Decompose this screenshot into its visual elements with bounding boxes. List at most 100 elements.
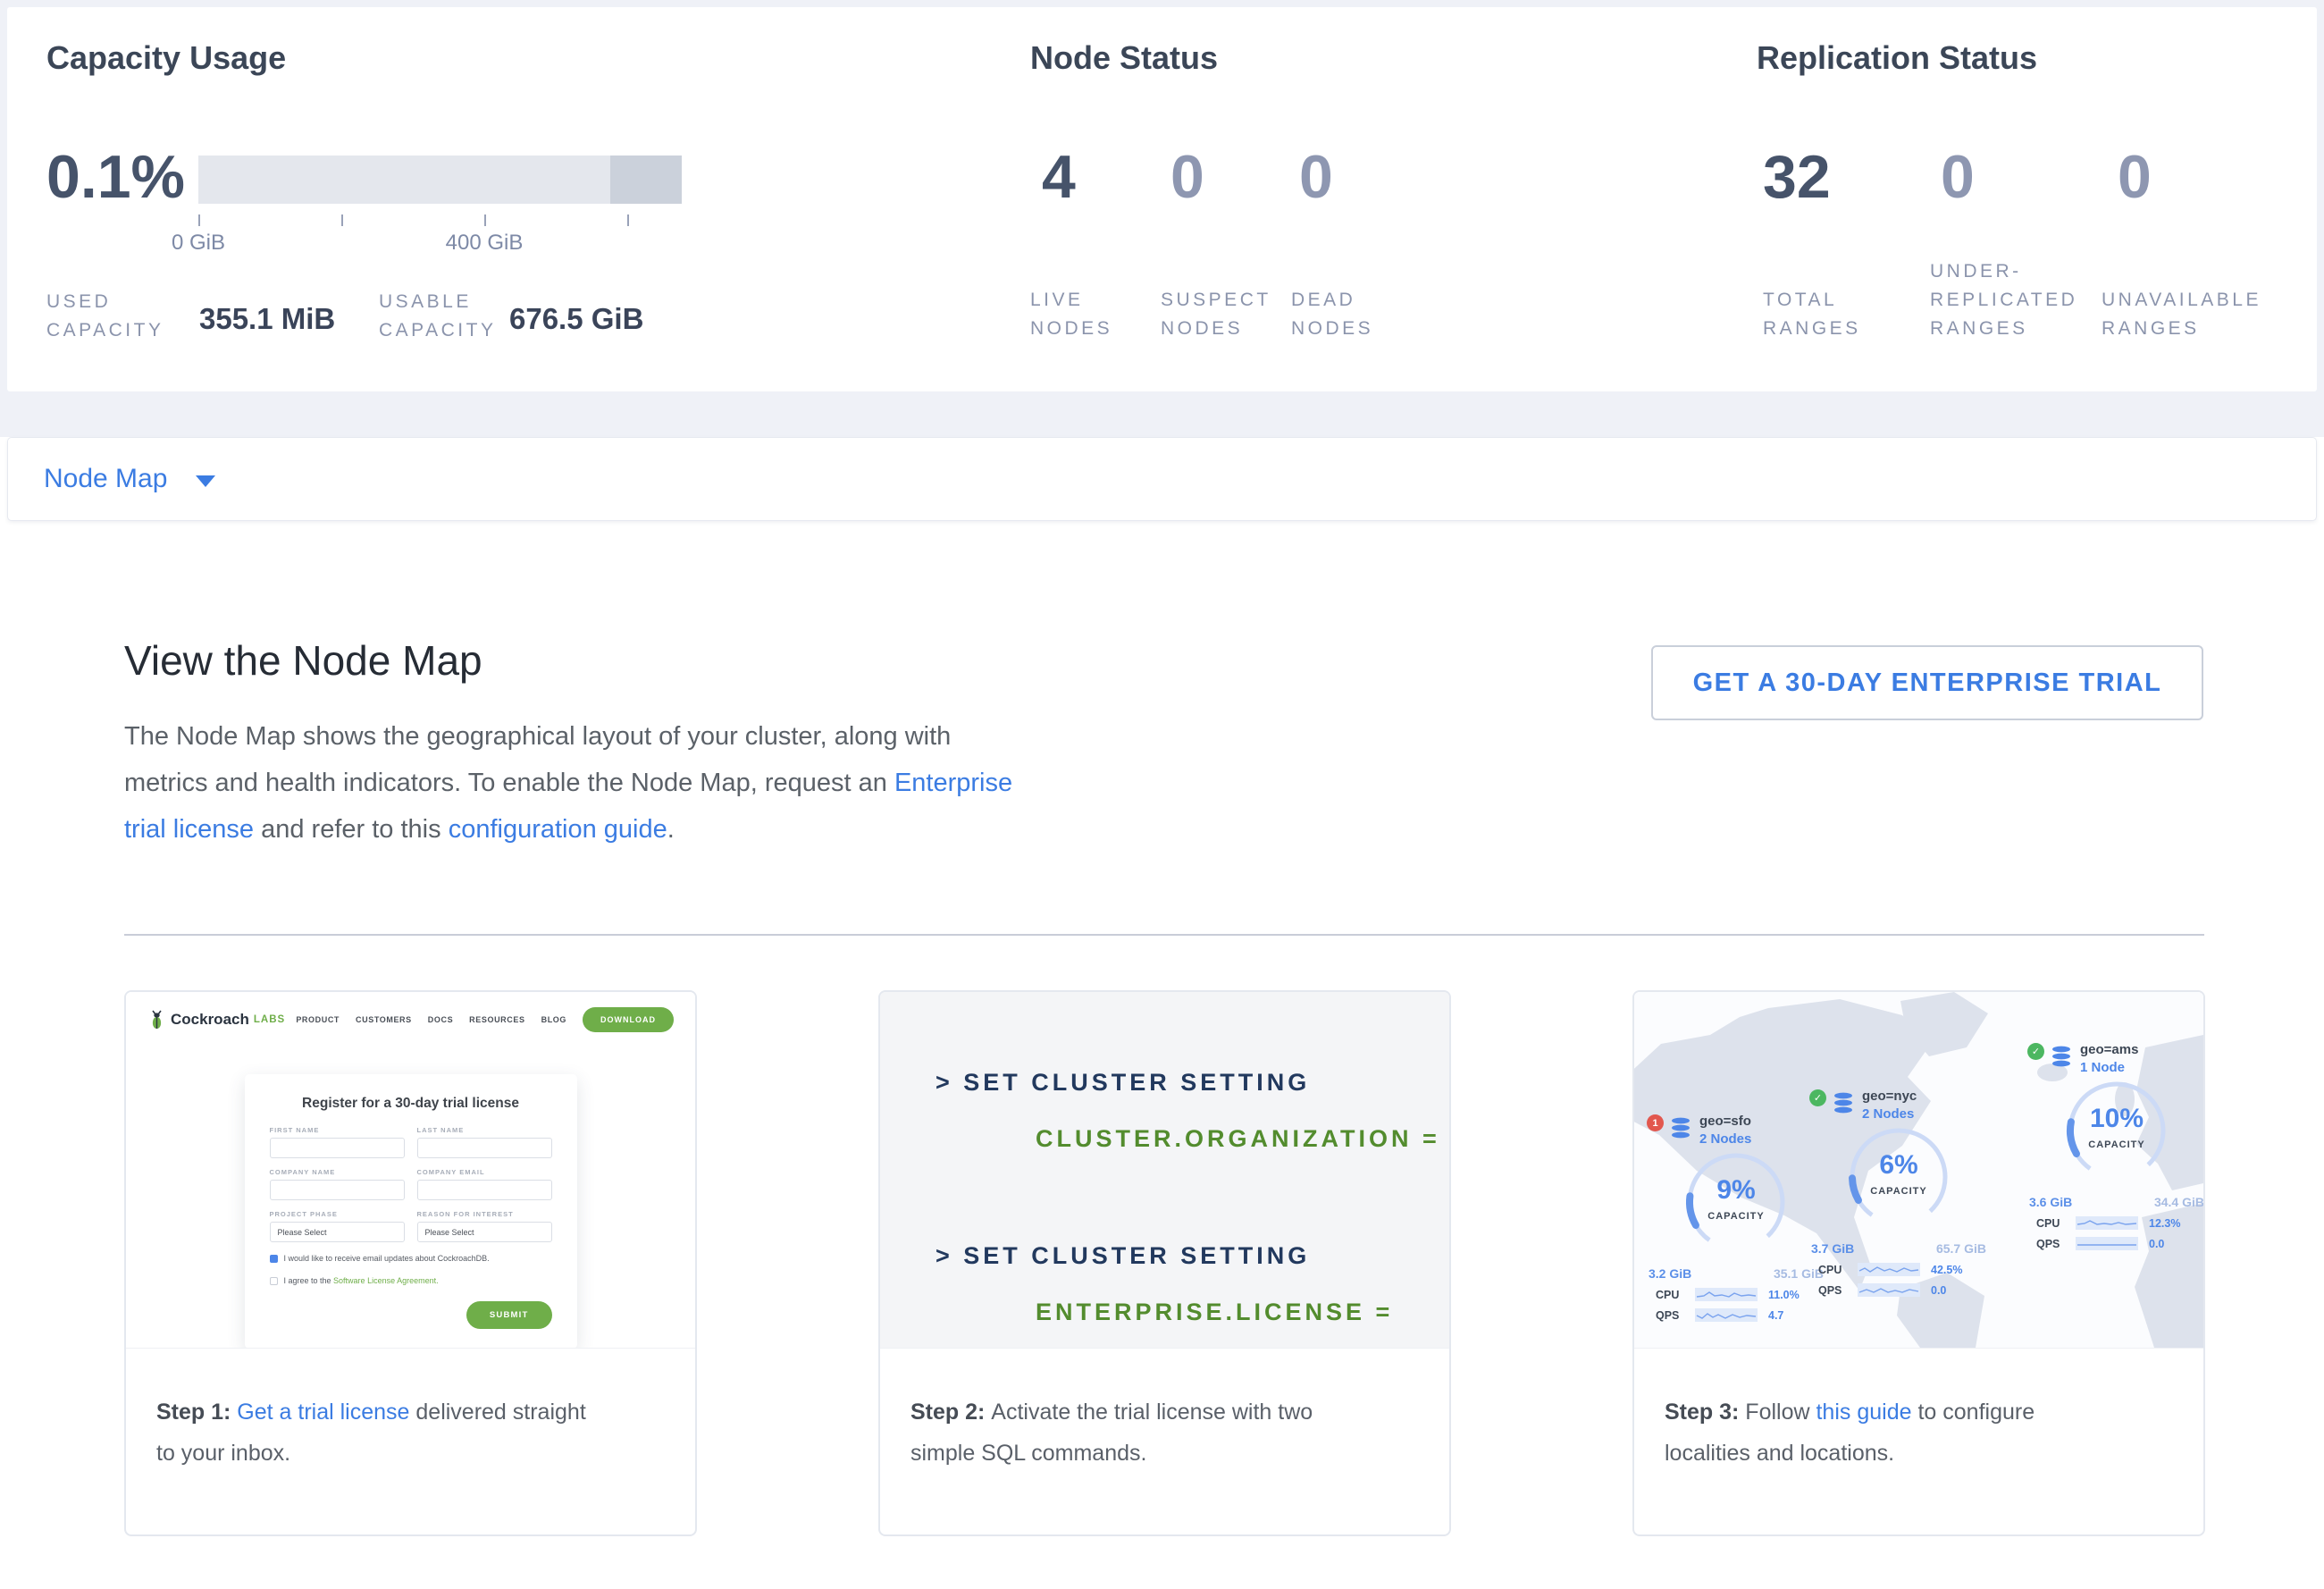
email-updates-label: I would like to receive email updates ab… <box>284 1253 490 1265</box>
capacity-percent: 6% <box>1809 1150 1988 1181</box>
map-node-ams: ✓ geo=ams 1 Node <box>2027 1042 2203 1250</box>
cpu-label: CPU <box>2036 1217 2076 1230</box>
suspect-nodes-label-line2: NODES <box>1161 315 1243 343</box>
capacity-usage-title: Capacity Usage <box>46 39 286 77</box>
capacity-label: CAPACITY <box>1647 1211 1825 1222</box>
capacity-usage-bar <box>198 156 682 204</box>
qps-value: 0.0 <box>1931 1284 1946 1297</box>
qps-label: QPS <box>1818 1284 1858 1297</box>
license-agreement-checkbox-row: I agree to the Software License Agreemen… <box>270 1275 552 1287</box>
mini-site-header: Cockroach LABS PRODUCT CUSTOMERS DOCS RE… <box>126 992 695 1047</box>
axis-tick <box>484 214 486 226</box>
text-segment: Step 3: <box>1665 1400 1745 1425</box>
under-replicated-label-line1: UNDER- <box>1930 257 2022 286</box>
text-segment: simple SQL commands. <box>910 1441 1146 1466</box>
node-header: ✓ geo=ams 1 Node <box>2027 1042 2203 1075</box>
sql-code-line: > SET CLUSTER SETTING <box>935 1069 1449 1097</box>
map-node-nyc: ✓ geo=nyc 2 Nodes <box>1809 1089 1988 1297</box>
form-title: Register for a 30-day trial license <box>270 1096 552 1112</box>
axis-tick <box>341 214 343 226</box>
qps-value: 0.0 <box>2149 1238 2164 1250</box>
inline-link[interactable]: configuration guide <box>449 815 667 844</box>
total-ranges-label-line2: RANGES <box>1763 315 1861 343</box>
node-header: ✓ geo=nyc 2 Nodes <box>1809 1089 1988 1122</box>
replication-status-title: Replication Status <box>1757 39 2037 77</box>
unavailable-ranges-value: 0 <box>2118 143 2152 211</box>
capacity-label: CAPACITY <box>1809 1186 1988 1197</box>
qps-label: QPS <box>1656 1309 1695 1322</box>
used-capacity-value: 355.1 MiB <box>199 302 335 336</box>
inline-link[interactable]: trial license <box>124 815 254 844</box>
step1-screenshot: Cockroach LABS PRODUCT CUSTOMERS DOCS RE… <box>126 992 695 1348</box>
node-map-dropdown[interactable]: Node Map <box>44 464 215 494</box>
cluster-summary-panel: Capacity Usage 0.1% 0 GiB 400 GiB USED C… <box>7 7 2317 391</box>
node-locality-label: geo=sfo <box>1699 1114 1751 1129</box>
live-nodes-label-line2: NODES <box>1030 315 1112 343</box>
inline-link[interactable]: Get a trial license <box>237 1400 409 1425</box>
section-divider <box>124 934 2204 936</box>
nav-item-resources: RESOURCES <box>469 1015 524 1024</box>
text-segment: I agree to the <box>284 1276 334 1285</box>
node-count-label: 2 Nodes <box>1862 1106 1917 1122</box>
axis-tick <box>198 214 200 226</box>
page-title: View the Node Map <box>124 636 482 685</box>
used-capacity-label-line2: CAPACITY <box>46 316 164 345</box>
checkbox-checked-icon <box>270 1255 278 1263</box>
enterprise-trial-button[interactable]: GET A 30-DAY ENTERPRISE TRIAL <box>1651 645 2203 720</box>
cpu-row: CPU 42.5% <box>1809 1263 1988 1276</box>
text-segment: The Node Map shows the geographical layo… <box>124 722 951 751</box>
logo-text: Cockroach <box>171 1011 249 1029</box>
under-replicated-label-line3: RANGES <box>1930 315 2028 343</box>
capacity-gauge: 9% CAPACITY 3.2 GiB 35.1 GiB <box>1647 1148 1825 1281</box>
capacity-bar-reserved-segment <box>610 156 682 204</box>
cpu-label: CPU <box>1818 1264 1858 1276</box>
text-segment: and refer to this <box>254 815 449 844</box>
step2-caption: Step 2: Activate the trial license with … <box>880 1348 1449 1474</box>
capacity-percent: 10% <box>2027 1104 2203 1134</box>
inline-link[interactable]: this guide <box>1816 1400 1911 1425</box>
submit-button: SUBMIT <box>466 1301 552 1329</box>
capacity-label: CAPACITY <box>2027 1139 2203 1150</box>
trial-registration-form: Register for a 30-day trial license FIRS… <box>245 1074 577 1348</box>
cluster-overview-page: Capacity Usage 0.1% 0 GiB 400 GiB USED C… <box>0 0 2324 1589</box>
suspect-nodes-value: 0 <box>1170 143 1204 211</box>
step2-card: > SET CLUSTER SETTINGCLUSTER.ORGANIZATIO… <box>878 990 1451 1536</box>
chevron-down-icon <box>196 475 215 487</box>
inline-link[interactable]: Enterprise <box>894 769 1012 797</box>
dead-nodes-label-line1: DEAD <box>1291 286 1355 315</box>
qps-row: QPS 0.0 <box>1809 1283 1988 1297</box>
node-count-label: 2 Nodes <box>1699 1131 1751 1147</box>
capacity-gauge: 6% CAPACITY 3.7 GiB 65.7 GiB <box>1809 1123 1988 1256</box>
mini-site-nav: PRODUCT CUSTOMERS DOCS RESOURCES BLOG DO… <box>296 1007 674 1032</box>
step3-card: 1 geo=sfo 2 Nodes <box>1632 990 2205 1536</box>
step3-node-map-preview: 1 geo=sfo 2 Nodes <box>1634 992 2203 1348</box>
cpu-value: 12.3% <box>2149 1217 2180 1230</box>
text-segment: localities and locations. <box>1665 1441 1894 1466</box>
axis-tick <box>627 214 629 226</box>
logo-suffix: LABS <box>254 1014 285 1025</box>
error-badge: 1 <box>1647 1114 1664 1131</box>
step3-caption: Step 3: Follow this guide to configurelo… <box>1634 1348 2203 1474</box>
map-node-sfo: 1 geo=sfo 2 Nodes <box>1647 1114 1825 1322</box>
cpu-row: CPU 12.3% <box>2027 1216 2203 1230</box>
qps-row: QPS 0.0 <box>2027 1237 2203 1250</box>
healthy-badge: ✓ <box>1809 1089 1826 1106</box>
project-phase-select: Please Select <box>270 1222 405 1242</box>
dead-nodes-value: 0 <box>1299 143 1333 211</box>
field-label: REASON FOR INTEREST <box>417 1210 552 1218</box>
total-gib: 65.7 GiB <box>1936 1241 1986 1256</box>
inline-link: Software License Agreement. <box>333 1276 439 1285</box>
unavailable-ranges-label-line2: RANGES <box>2102 315 2200 343</box>
field-label: PROJECT PHASE <box>270 1210 405 1218</box>
cpu-value: 42.5% <box>1931 1264 1962 1276</box>
cockroach-bug-icon <box>149 1010 164 1030</box>
capacity-gauge: 10% CAPACITY 3.6 GiB 34.4 GiB <box>2027 1077 2203 1209</box>
cpu-sparkline <box>1695 1288 1758 1301</box>
first-name-field <box>270 1138 405 1158</box>
view-selector-bar: Node Map <box>7 437 2317 521</box>
text-segment: delivered straight <box>409 1400 585 1425</box>
sql-code-line: ENTERPRISE.LICENSE = <box>1036 1299 1449 1326</box>
node-locality-label: geo=nyc <box>1862 1089 1917 1104</box>
cpu-value: 11.0% <box>1768 1289 1800 1301</box>
total-ranges-value: 32 <box>1763 143 1831 211</box>
